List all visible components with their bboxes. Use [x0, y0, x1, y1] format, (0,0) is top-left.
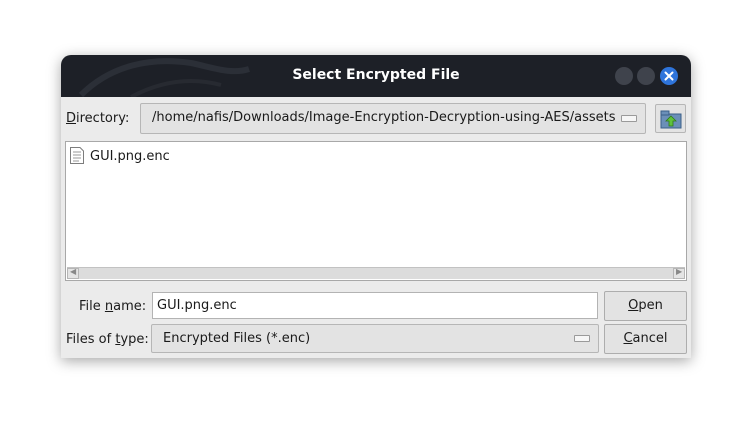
horizontal-scrollbar[interactable]: ◀ ▶	[67, 267, 685, 279]
filename-label: File name:	[79, 299, 147, 314]
arrow-left-icon: ◀	[70, 267, 77, 276]
file-list[interactable]: GUI.png.enc ◀ ▶	[65, 141, 687, 281]
scroll-right-button[interactable]: ▶	[673, 267, 685, 279]
open-button[interactable]: Open	[604, 291, 687, 321]
parent-directory-button[interactable]	[655, 104, 686, 133]
dropdown-handle-icon	[621, 115, 637, 122]
cancel-button[interactable]: Cancel	[604, 324, 687, 354]
filename-input[interactable]: GUI.png.enc	[152, 292, 598, 319]
dropdown-handle-icon	[574, 335, 590, 342]
folder-up-icon	[660, 110, 682, 129]
directory-combobox[interactable]: /home/nafis/Downloads/Image-Encryption-D…	[140, 103, 646, 134]
file-name: GUI.png.enc	[90, 149, 170, 164]
document-icon	[70, 147, 84, 164]
titlebar[interactable]: Select Encrypted File	[61, 55, 691, 97]
maximize-button[interactable]	[637, 67, 655, 85]
close-button[interactable]	[660, 67, 678, 85]
filetype-combobox[interactable]: Encrypted Files (*.enc)	[151, 324, 599, 353]
arrow-right-icon: ▶	[676, 267, 683, 276]
file-dialog: Select Encrypted File Directory: /home/n…	[61, 55, 691, 358]
filename-value: GUI.png.enc	[157, 298, 237, 313]
scroll-left-button[interactable]: ◀	[67, 267, 79, 279]
window-title: Select Encrypted File	[292, 67, 460, 83]
filetype-label: Files of type:	[66, 332, 149, 347]
filetype-value: Encrypted Files (*.enc)	[163, 331, 311, 346]
close-icon	[664, 71, 674, 81]
minimize-button[interactable]	[615, 67, 633, 85]
directory-label: Directory:	[66, 111, 130, 126]
directory-path: /home/nafis/Downloads/Image-Encryption-D…	[152, 110, 616, 125]
